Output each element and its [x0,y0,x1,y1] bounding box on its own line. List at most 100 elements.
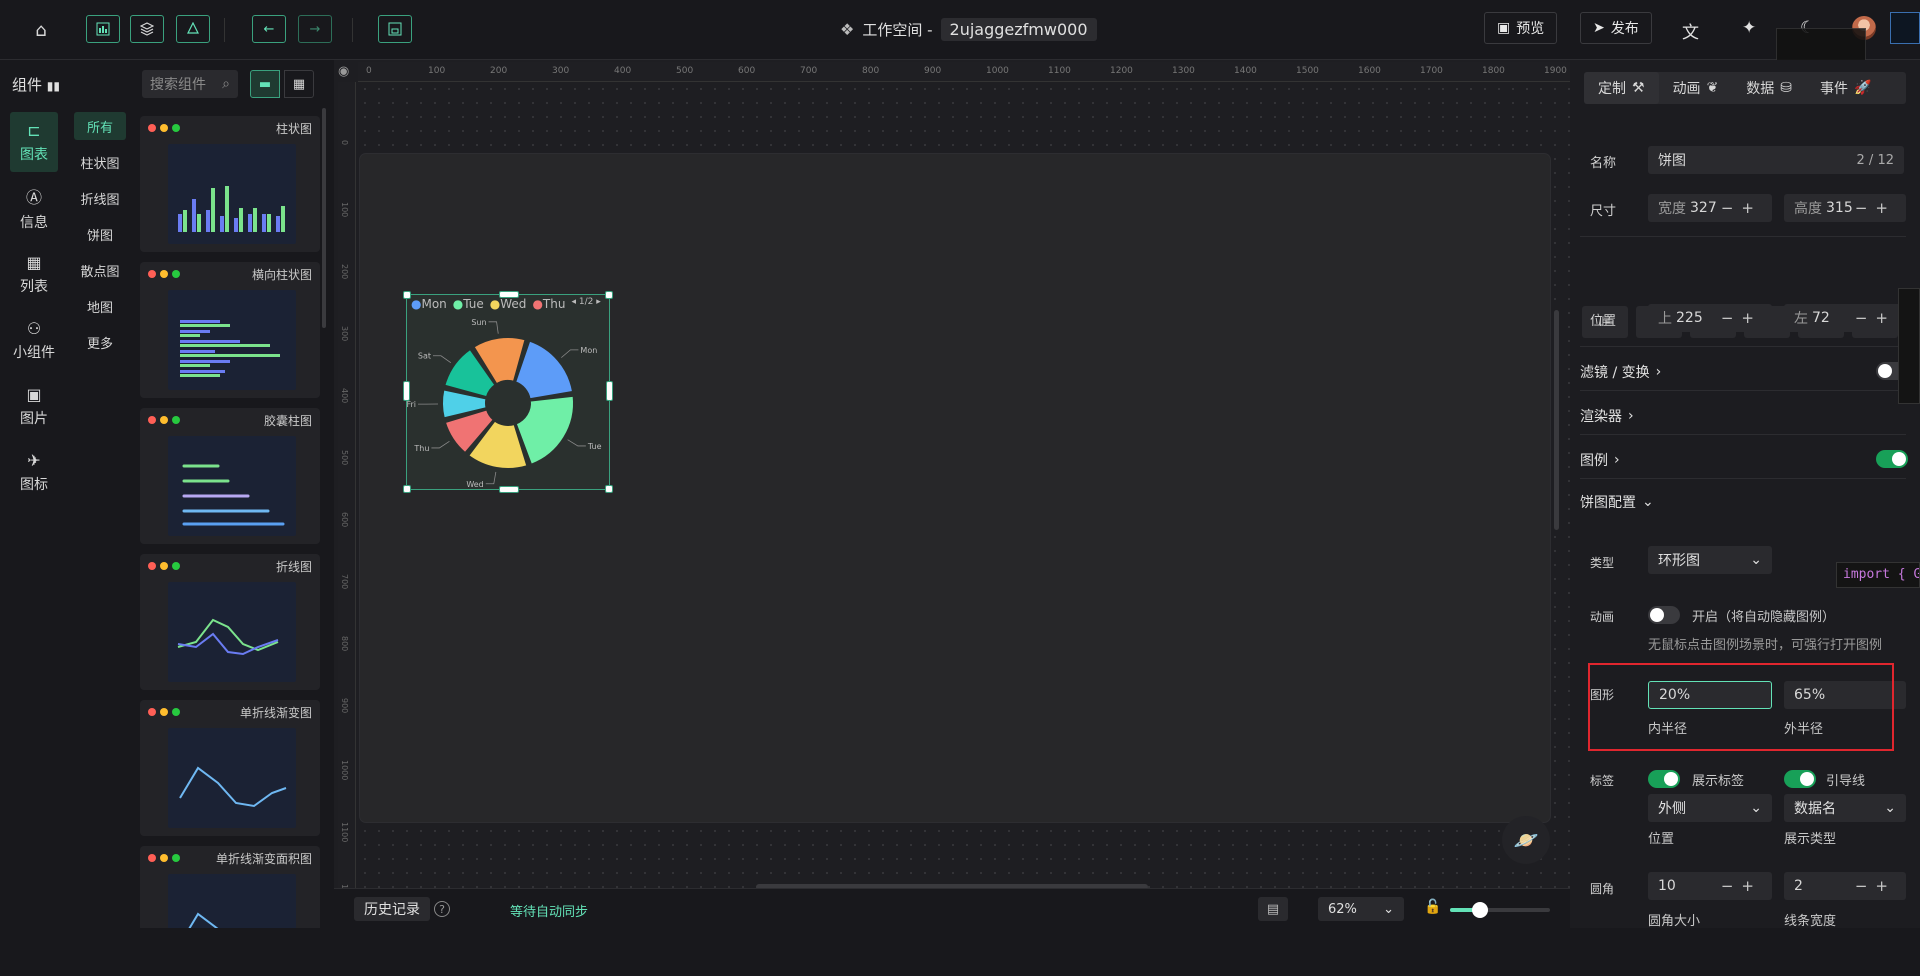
magic-wand-icon[interactable]: ✦ [1742,18,1756,38]
stepper-icon[interactable]: −+ [1721,877,1762,895]
list-view-button[interactable]: ▬ [250,70,280,98]
component-card[interactable]: 单折线渐变图 [140,700,320,836]
eye-icon[interactable]: ◉ [338,64,349,79]
stepper-icon[interactable]: −+ [1721,309,1762,327]
stepper-icon[interactable]: −+ [1721,199,1762,217]
ruler-tick-label: 1800 [1482,66,1505,76]
component-card[interactable]: 折线图 [140,554,320,690]
guide-line-toggle[interactable] [1784,770,1816,788]
left-input[interactable]: 左72−+ [1784,304,1906,332]
details-button[interactable] [176,15,210,43]
ruler-top: 0100200300400500600700800900100011001200… [358,62,1570,82]
nav-images[interactable]: ▣图片 [10,376,58,436]
resize-handle[interactable] [606,381,613,401]
workspace-name[interactable]: 2ujaggezfmw000 [941,18,1097,41]
cards-scrollbar[interactable] [322,108,326,328]
history-button[interactable]: 历史记录 [354,897,430,921]
image-icon: ▣ [26,385,41,404]
line-width-input[interactable]: 2−+ [1784,872,1906,900]
label-position-select[interactable]: 外侧⌄ [1648,794,1772,822]
name-input[interactable]: 饼图2 / 12 [1648,146,1904,174]
category-line[interactable]: 折线图 [74,184,126,212]
stepper-icon[interactable]: −+ [1855,199,1896,217]
resize-handle[interactable] [403,291,411,299]
publish-button[interactable]: ➤发布 [1580,12,1652,44]
resize-handle[interactable] [403,381,410,401]
component-card[interactable]: 胶囊柱图 [140,408,320,544]
category-scatter[interactable]: 散点图 [74,256,126,284]
top-input[interactable]: 上225−+ [1648,304,1772,332]
type-select[interactable]: 环形图⌄ [1648,546,1772,574]
minimap-icon[interactable]: ▤ [1258,897,1288,921]
height-input[interactable]: 高度315−+ [1784,194,1906,222]
chevron-down-icon: ⌄ [1642,494,1654,510]
grid-view-button[interactable]: ▦ [284,70,314,98]
nav-list[interactable]: ▦列表 [10,244,58,304]
resize-handle[interactable] [403,485,411,493]
planet-icon[interactable]: 🪐 [1502,816,1550,864]
stepper-icon[interactable]: −+ [1855,309,1896,327]
ruler-tick-label: 300 [552,66,569,76]
tab-events[interactable]: 事件🚀 [1806,72,1885,104]
chevron-down-icon: ⌄ [1884,800,1896,816]
component-card[interactable]: 单折线渐变面积图 [140,846,320,928]
tab-data[interactable]: 数据⛁ [1732,72,1806,104]
code-overlay-side [1898,288,1920,404]
renderer-section[interactable]: 渲染器› [1580,406,1634,426]
category-pie[interactable]: 饼图 [74,220,126,248]
legend-section[interactable]: 图例› [1580,450,1620,470]
top-bar: ⌂ ← → ❖ 工作空间 - 2ujaggezfmw000 ▣预览 ➤发布 文 … [0,0,1920,60]
component-card[interactable]: 横向柱状图 [140,262,320,398]
leaf-icon: ❦ [1707,80,1719,96]
animation-toggle[interactable] [1648,606,1680,624]
corner-radius-input[interactable]: 10−+ [1648,872,1772,900]
pie-slice-label: Sat [418,352,431,361]
zoom-slider-thumb[interactable] [1472,902,1488,918]
category-more[interactable]: 更多 [74,328,126,356]
resize-handle[interactable] [499,291,519,298]
component-search-input[interactable]: 搜索组件 ⌕ [142,70,238,98]
zoom-slider[interactable] [1450,908,1550,912]
gradient-line-thumbnail [168,728,296,828]
category-all[interactable]: 所有 [74,112,126,140]
nav-charts[interactable]: ⊏图表 [10,112,58,172]
resize-handle[interactable] [605,485,613,493]
pie-chart-component[interactable]: ●Mon ●Tue ●Wed ●Thu ◂ 1/2 ▸ MonTueWedThu… [406,294,610,490]
divider [352,18,353,42]
plane-icon: ✈ [27,451,40,470]
window-dots-icon [148,708,180,716]
component-card[interactable]: 柱状图 [140,116,320,252]
save-button[interactable] [378,15,412,43]
tab-customize[interactable]: 定制⚒ [1584,72,1659,104]
display-type-select[interactable]: 数据名⌄ [1784,794,1906,822]
chart-panel-toggle-button[interactable] [86,15,120,43]
pie-config-section[interactable]: 饼图配置⌄ [1580,492,1654,512]
stepper-icon[interactable]: −+ [1855,877,1896,895]
legend-toggle[interactable] [1876,450,1908,468]
home-icon[interactable]: ⌂ [28,18,54,42]
show-label-toggle[interactable] [1648,770,1680,788]
tab-animation[interactable]: 动画❦ [1659,72,1733,104]
translate-icon[interactable]: 文 [1682,18,1699,43]
nav-info[interactable]: Ⓐ信息 [10,178,58,238]
ruler-left: 0100200300400500600700800900100011001200 [338,82,356,888]
resize-handle[interactable] [499,486,519,493]
layers-button[interactable] [130,15,164,43]
category-bar[interactable]: 柱状图 [74,148,126,176]
nav-widgets[interactable]: ⚇小组件 [10,310,58,370]
preview-button[interactable]: ▣预览 [1484,12,1557,44]
pie-label-line [486,472,496,484]
filter-section[interactable]: 滤镜 / 变换› [1580,362,1661,382]
lock-icon[interactable]: 🔓 [1424,899,1441,915]
ruler-tick-label: 1500 [1296,66,1319,76]
help-icon[interactable]: ? [434,901,450,917]
canvas-vertical-scrollbar[interactable] [1554,310,1559,530]
redo-button[interactable]: → [298,15,332,43]
nav-icons[interactable]: ✈图标 [10,442,58,502]
width-input[interactable]: 宽度327−+ [1648,194,1772,222]
show-label-text: 展示标签 [1692,770,1744,789]
undo-button[interactable]: ← [252,15,286,43]
resize-handle[interactable] [605,291,613,299]
zoom-select[interactable]: 62%⌄ [1318,897,1404,921]
category-map[interactable]: 地图 [74,292,126,320]
